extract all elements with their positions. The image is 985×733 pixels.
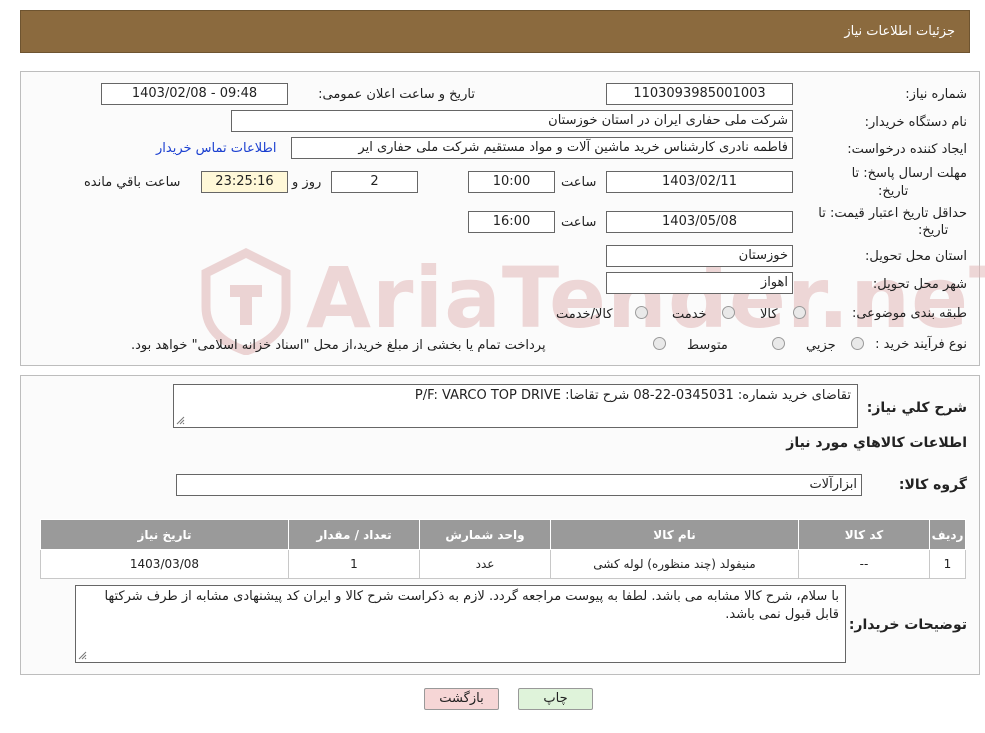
cell-row-number: 1 — [929, 549, 966, 579]
back-button[interactable]: بازگشت — [424, 688, 499, 710]
col-name-header: نام کالا — [550, 519, 799, 550]
reply-deadline-date-label: تاریخ: — [878, 184, 909, 199]
creator-field: فاطمه نادری کارشناس خرید ماشین آلات و مو… — [291, 137, 793, 159]
need-number-label: شماره نیاز: — [905, 87, 967, 102]
creator-label: ایجاد کننده درخواست: — [847, 142, 967, 157]
buyer-contact-link[interactable]: اطلاعات تماس خریدار — [156, 141, 276, 156]
cell-qty: 1 — [288, 549, 420, 579]
announce-datetime-label: تاریخ و ساعت اعلان عمومی: — [318, 87, 475, 102]
days-label: روز و — [292, 175, 322, 190]
col-row-header: ردیف — [929, 519, 966, 550]
cell-name: منیفولد (چند منظوره) لوله کشی — [550, 549, 799, 579]
category-label: طبقه بندی موضوعی: — [851, 306, 967, 321]
col-date-header: تاریخ نیاز — [40, 519, 289, 550]
table-header-row: ردیف کد کالا نام کالا واحد شمارش تعداد /… — [40, 519, 966, 550]
cell-date: 1403/03/08 — [40, 549, 289, 579]
page-title: جزئیات اطلاعات نیاز — [844, 24, 955, 39]
buyer-notes-field: با سلام، شرح کالا مشابه می باشد. لطفا به… — [75, 585, 846, 663]
general-desc-label: شرح کلي نیاز: — [866, 400, 967, 416]
col-unit-header: واحد شمارش — [419, 519, 551, 550]
process-radio-small[interactable] — [851, 337, 864, 350]
province-field: خوزستان — [606, 245, 793, 267]
general-desc-text: تقاضای خرید شماره: 0345031-22-08 شرح تقا… — [414, 388, 851, 403]
print-button[interactable]: چاپ — [518, 688, 593, 710]
goods-info-title: اطلاعات کالاهاي مورد نیاز — [786, 435, 967, 451]
category-radio-goods[interactable] — [793, 306, 806, 319]
reply-time-field: 10:00 — [468, 171, 555, 193]
goods-table: ردیف کد کالا نام کالا واحد شمارش تعداد /… — [40, 519, 966, 579]
resize-grip-icon[interactable] — [78, 651, 87, 660]
page-header: جزئیات اطلاعات نیاز — [20, 10, 970, 53]
process-radio-note[interactable] — [653, 337, 666, 350]
price-validity-label: حداقل تاریخ اعتبار قیمت: تا — [818, 206, 967, 221]
cell-code: -- — [798, 549, 930, 579]
reply-date-field: 1403/02/11 — [606, 171, 793, 193]
announce-datetime-field: 1403/02/08 - 09:48 — [101, 83, 288, 105]
remaining-time-label: ساعت باقي مانده — [84, 175, 181, 190]
goods-group-label: گروه کالا: — [898, 477, 967, 493]
process-option-small: جزیي — [806, 338, 836, 353]
table-row: 1 -- منیفولد (چند منظوره) لوله کشی عدد 1… — [40, 549, 966, 579]
reply-deadline-label: مهلت ارسال پاسخ: تا — [851, 166, 967, 181]
price-validity-date-label: تاریخ: — [918, 223, 949, 238]
col-qty-header: تعداد / مقدار — [288, 519, 420, 550]
province-label: استان محل تحویل: — [865, 249, 967, 264]
resize-grip-icon[interactable] — [176, 416, 185, 425]
need-number-field: 1103093985001003 — [606, 83, 793, 105]
buyer-notes-text: با سلام، شرح کالا مشابه می باشد. لطفا به… — [104, 589, 840, 622]
goods-group-field: ابزارآلات — [176, 474, 862, 496]
general-desc-field: تقاضای خرید شماره: 0345031-22-08 شرح تقا… — [173, 384, 858, 428]
days-field: 2 — [331, 171, 418, 193]
city-label: شهر محل تحویل: — [872, 277, 967, 292]
process-type-label: نوع فرآیند خرید : — [875, 337, 967, 352]
process-radio-medium[interactable] — [772, 337, 785, 350]
buyer-notes-label: توضیحات خریدار: — [848, 617, 967, 633]
remaining-time-field: 23:25:16 — [201, 171, 288, 193]
process-option-medium: متوسط — [687, 338, 728, 353]
category-radio-goods-service[interactable] — [635, 306, 648, 319]
reply-time-label: ساعت — [561, 175, 597, 190]
col-code-header: کد کالا — [798, 519, 930, 550]
validity-time-field: 16:00 — [468, 211, 555, 233]
cell-unit: عدد — [419, 549, 551, 579]
category-option-goods: کالا — [760, 307, 778, 322]
category-radio-service[interactable] — [722, 306, 735, 319]
buyer-org-field: شرکت ملی حفاری ایران در استان خوزستان — [231, 110, 793, 132]
validity-time-label: ساعت — [561, 215, 597, 230]
city-field: اهواز — [606, 272, 793, 294]
validity-date-field: 1403/05/08 — [606, 211, 793, 233]
category-option-goods-service: کالا/خدمت — [556, 307, 613, 322]
process-note: پرداخت تمام یا بخشی از مبلغ خرید،از محل … — [131, 338, 546, 353]
buyer-org-label: نام دستگاه خریدار: — [864, 115, 967, 130]
category-option-service: خدمت — [672, 307, 707, 322]
